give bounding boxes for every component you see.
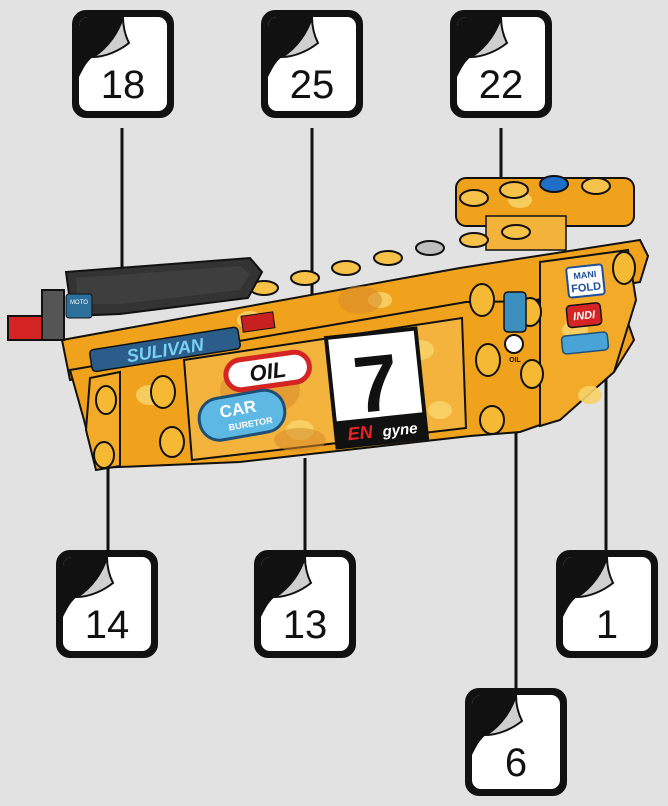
grey-pin (415, 240, 445, 256)
callout-22: 22 (450, 10, 552, 118)
oil-label: OIL (248, 357, 288, 387)
callout-number: 6 (504, 741, 528, 785)
small-oil-label: OIL (509, 357, 521, 364)
moto-sticker (65, 293, 93, 319)
callout-number: 22 (478, 63, 524, 107)
engyne-a-label: EN (347, 422, 375, 445)
sticker-diagram: MOTO SULIVAN OIL CAR BURETOR 7 EN gyne O… (7, 128, 650, 690)
panel-assembly: MOTO SULIVAN OIL CAR BURETOR 7 EN gyne O… (7, 175, 650, 472)
callout-number: 25 (289, 63, 335, 107)
race-number-sticker: 7 EN gyne (323, 326, 430, 450)
callout-number: 18 (100, 63, 146, 107)
callout-number: 13 (282, 603, 328, 647)
callout-13: 13 (254, 550, 356, 658)
callout-number: 1 (595, 603, 619, 647)
manifold-sticker: MANI FOLD (565, 263, 606, 299)
indi-label: INDI (573, 309, 597, 323)
small-oil-sticker (504, 334, 524, 354)
moto-label: MOTO (70, 300, 88, 306)
callout-number: 14 (84, 603, 130, 647)
callout-1: 1 (556, 550, 658, 658)
callout-6: 6 (465, 688, 567, 796)
callout-14: 14 (56, 550, 158, 658)
indi-sticker: INDI (565, 302, 603, 329)
callout-18: 18 (72, 10, 174, 118)
callout-25: 25 (261, 10, 363, 118)
blue-pin (539, 175, 569, 193)
